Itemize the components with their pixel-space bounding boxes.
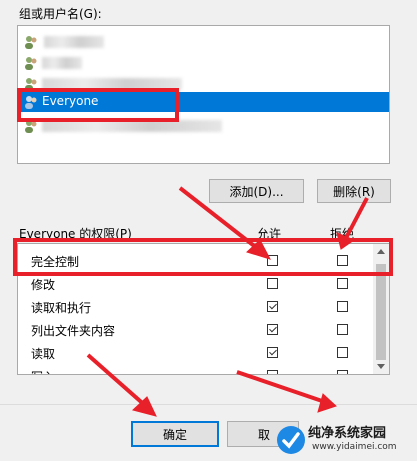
permission-name: 完全控制 xyxy=(31,255,80,269)
list-item[interactable] xyxy=(18,32,389,52)
ok-button[interactable]: 确定 xyxy=(131,421,219,447)
deny-checkbox[interactable] xyxy=(337,301,348,312)
blurred-name xyxy=(42,120,222,132)
allow-checkbox[interactable] xyxy=(267,255,278,266)
permission-row: 列出文件夹内容 xyxy=(18,318,374,341)
deny-checkbox[interactable] xyxy=(337,324,348,335)
groups-listbox[interactable]: Everyone xyxy=(17,25,390,164)
list-item-everyone[interactable]: Everyone xyxy=(18,92,389,112)
permission-name: 读取和执行 xyxy=(31,301,92,315)
scroll-up-arrow-icon[interactable] xyxy=(377,249,385,254)
scroll-down-arrow-icon[interactable] xyxy=(377,364,385,369)
site-watermark: 纯净系统家园 www.yidaimei.com xyxy=(270,420,417,460)
permission-name: 修改 xyxy=(31,278,56,292)
permission-name: 列出文件夹内容 xyxy=(31,324,116,338)
blurred-name xyxy=(42,78,182,90)
user-group-icon xyxy=(25,120,37,133)
permission-row: 完全控制 xyxy=(18,249,374,272)
permission-row: 读取 xyxy=(18,341,374,364)
allow-checkbox[interactable] xyxy=(267,347,278,358)
watermark-url: www.yidaimei.com xyxy=(312,442,397,452)
deny-checkbox[interactable] xyxy=(337,347,348,358)
deny-column-header: 拒绝 xyxy=(330,227,355,241)
allow-checkbox[interactable] xyxy=(267,278,278,289)
scroll-thumb[interactable] xyxy=(376,264,386,360)
add-button[interactable]: 添加(D)... xyxy=(209,179,304,203)
blurred-name xyxy=(42,57,82,69)
remove-button[interactable]: 删除(R) xyxy=(317,179,391,203)
allow-checkbox[interactable] xyxy=(267,324,278,335)
deny-checkbox[interactable] xyxy=(337,278,348,289)
user-group-icon xyxy=(25,36,37,49)
permission-name: 写入 xyxy=(31,368,55,374)
permission-row: 修改 xyxy=(18,272,374,295)
list-item[interactable] xyxy=(18,53,389,73)
watermark-title: 纯净系统家园 xyxy=(308,426,387,441)
allow-checkbox[interactable] xyxy=(267,301,278,312)
permissions-scrollbar[interactable] xyxy=(373,244,389,374)
user-group-icon xyxy=(25,96,37,109)
blurred-name xyxy=(44,36,104,48)
permissions-table: 完全控制 修改 读取和执行 列出文件夹内容 读取 写入 xyxy=(17,243,390,375)
deny-checkbox[interactable] xyxy=(337,370,348,374)
user-group-icon xyxy=(25,78,37,91)
permission-row: 写入 xyxy=(18,364,374,374)
permission-name: 读取 xyxy=(31,347,56,361)
permission-row: 读取和执行 xyxy=(18,295,374,318)
watermark-logo-icon xyxy=(277,426,305,454)
arrow-to-cancel-line xyxy=(236,370,326,404)
user-group-icon xyxy=(25,57,37,70)
permissions-header: Everyone 的权限(P) xyxy=(19,227,132,241)
list-item[interactable] xyxy=(18,74,389,94)
allow-column-header: 允许 xyxy=(257,227,282,241)
list-item[interactable] xyxy=(18,116,389,136)
deny-checkbox[interactable] xyxy=(337,255,348,266)
allow-checkbox[interactable] xyxy=(267,370,278,374)
list-item-label: Everyone xyxy=(42,94,99,108)
groups-label: 组或用户名(G): xyxy=(19,7,102,21)
